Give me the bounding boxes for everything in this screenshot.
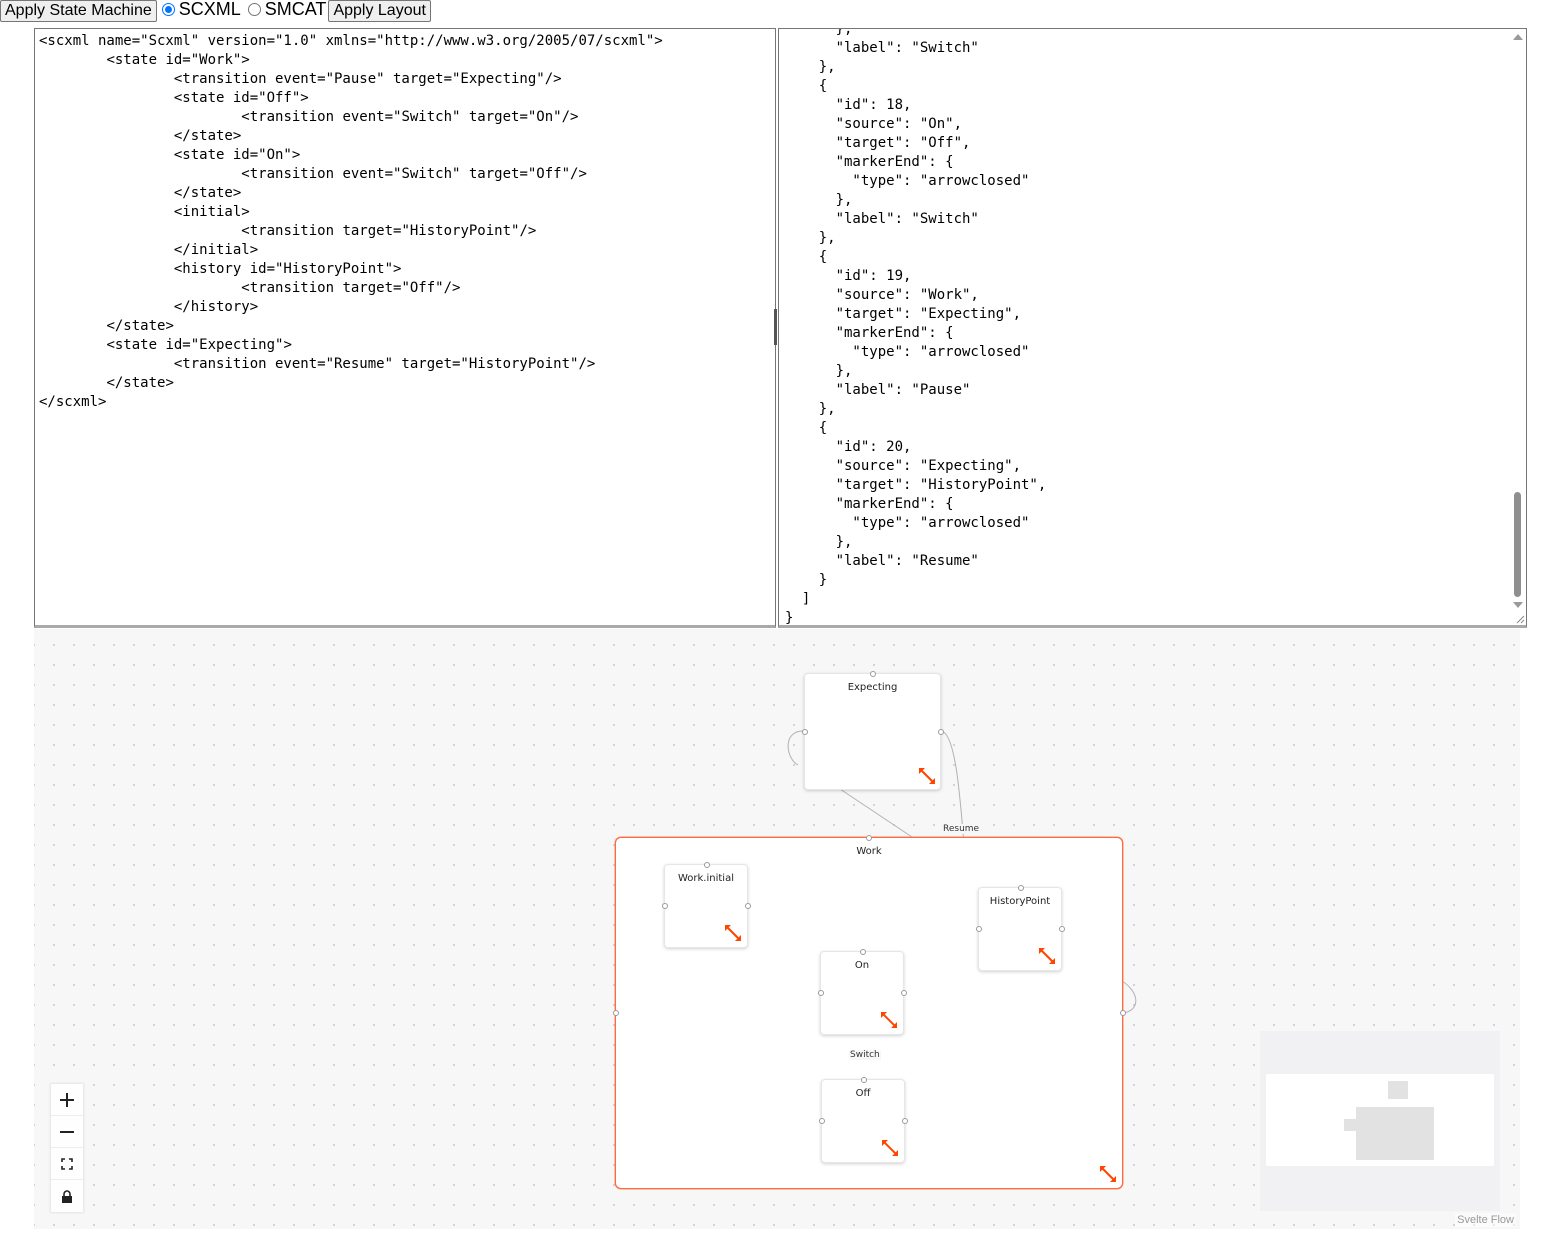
toolbar: Apply State Machine SCXML SMCAT Apply La… bbox=[0, 0, 431, 22]
resize-icon[interactable] bbox=[1098, 1164, 1118, 1184]
node-handle[interactable] bbox=[976, 926, 982, 932]
scroll-down-arrow-icon[interactable] bbox=[1513, 602, 1523, 608]
node-handle[interactable] bbox=[745, 903, 751, 909]
json-editor-scrollbar[interactable] bbox=[1512, 32, 1524, 610]
node-handle[interactable] bbox=[1059, 926, 1065, 932]
plus-icon bbox=[60, 1092, 74, 1107]
state-node-label: Expecting bbox=[847, 682, 898, 693]
node-handle[interactable] bbox=[861, 1077, 867, 1083]
state-node-off[interactable]: Off bbox=[819, 1077, 908, 1163]
state-node-on[interactable]: On bbox=[818, 949, 907, 1035]
scxml-option[interactable]: SCXML bbox=[157, 0, 243, 22]
resize-icon[interactable] bbox=[723, 923, 743, 943]
state-node-label: Off bbox=[855, 1088, 871, 1099]
fit-view-button[interactable] bbox=[51, 1148, 83, 1180]
node-handle[interactable] bbox=[818, 990, 824, 996]
apply-state-machine-button[interactable]: Apply State Machine bbox=[0, 0, 157, 22]
scroll-up-arrow-icon[interactable] bbox=[1513, 34, 1523, 40]
resize-icon[interactable] bbox=[917, 766, 937, 786]
node-handle[interactable] bbox=[704, 862, 710, 868]
node-handle[interactable] bbox=[938, 729, 944, 735]
node-handle[interactable] bbox=[860, 949, 866, 955]
json-editor[interactable]: }, "label": "Switch" }, { "id": 18, "sou… bbox=[778, 28, 1527, 628]
fit-view-icon bbox=[61, 1157, 73, 1170]
state-node-expecting[interactable]: Expecting bbox=[802, 671, 944, 790]
node-handle[interactable] bbox=[802, 729, 808, 735]
lock-icon bbox=[62, 1189, 72, 1203]
minimap-node bbox=[1344, 1119, 1358, 1131]
node-handle[interactable] bbox=[819, 1118, 825, 1124]
node-handle[interactable] bbox=[613, 1010, 619, 1016]
scrollbar-thumb[interactable] bbox=[1514, 492, 1521, 597]
node-handle[interactable] bbox=[1018, 885, 1024, 891]
scxml-radio-label: SCXML bbox=[178, 0, 241, 19]
node-handle[interactable] bbox=[866, 835, 872, 841]
edge-pause[interactable] bbox=[839, 788, 913, 838]
edge-label-resume[interactable]: Resume bbox=[942, 824, 981, 834]
smcat-option[interactable]: SMCAT bbox=[243, 0, 329, 22]
smcat-radio-label: SMCAT bbox=[264, 0, 327, 19]
scxml-editor[interactable]: <scxml name="Scxml" version="1.0" xmlns=… bbox=[34, 28, 776, 628]
toggle-interactivity-button[interactable] bbox=[51, 1180, 83, 1212]
editor-splitter-handle[interactable] bbox=[774, 309, 777, 345]
state-node-label: On bbox=[854, 960, 870, 971]
scxml-editor-text[interactable]: <scxml name="Scxml" version="1.0" xmlns=… bbox=[39, 32, 663, 412]
node-handle[interactable] bbox=[1120, 1010, 1126, 1016]
edge-label-switch[interactable]: Switch bbox=[849, 1050, 881, 1060]
zoom-out-button[interactable] bbox=[51, 1116, 83, 1148]
smcat-radio[interactable] bbox=[247, 2, 261, 16]
zoom-in-button[interactable] bbox=[51, 1084, 83, 1116]
node-handle[interactable] bbox=[901, 990, 907, 996]
minimap[interactable] bbox=[1260, 1031, 1500, 1211]
state-node-label: Work.initial bbox=[677, 873, 734, 884]
node-handle[interactable] bbox=[870, 671, 876, 677]
state-node-work-initial[interactable]: Work.initial bbox=[662, 862, 751, 948]
svelte-flow-attribution[interactable]: Svelte Flow bbox=[1455, 1213, 1516, 1227]
node-handle[interactable] bbox=[662, 903, 668, 909]
flow-canvas[interactable]: Expecting Work Work.initial HistoryPoint… bbox=[34, 629, 1520, 1229]
edge-expecting-loop[interactable] bbox=[787, 730, 804, 766]
apply-layout-button[interactable]: Apply Layout bbox=[328, 0, 431, 22]
textarea-resize-grip-icon[interactable] bbox=[1515, 614, 1525, 624]
resize-icon[interactable] bbox=[880, 1138, 900, 1158]
minimap-node bbox=[1388, 1081, 1408, 1099]
edge-work-loop[interactable] bbox=[1121, 980, 1137, 1014]
resize-icon[interactable] bbox=[879, 1010, 899, 1030]
json-editor-text[interactable]: }, "label": "Switch" }, { "id": 18, "sou… bbox=[785, 29, 1046, 625]
state-node-label: HistoryPoint bbox=[989, 896, 1051, 907]
minus-icon bbox=[60, 1130, 74, 1133]
resize-icon[interactable] bbox=[1037, 946, 1057, 966]
state-node-history-point[interactable]: HistoryPoint bbox=[976, 885, 1065, 971]
node-handle[interactable] bbox=[902, 1118, 908, 1124]
state-node-label: Work bbox=[856, 846, 882, 857]
flow-controls bbox=[51, 1084, 83, 1212]
scxml-radio[interactable] bbox=[161, 2, 175, 16]
minimap-node bbox=[1356, 1107, 1434, 1160]
